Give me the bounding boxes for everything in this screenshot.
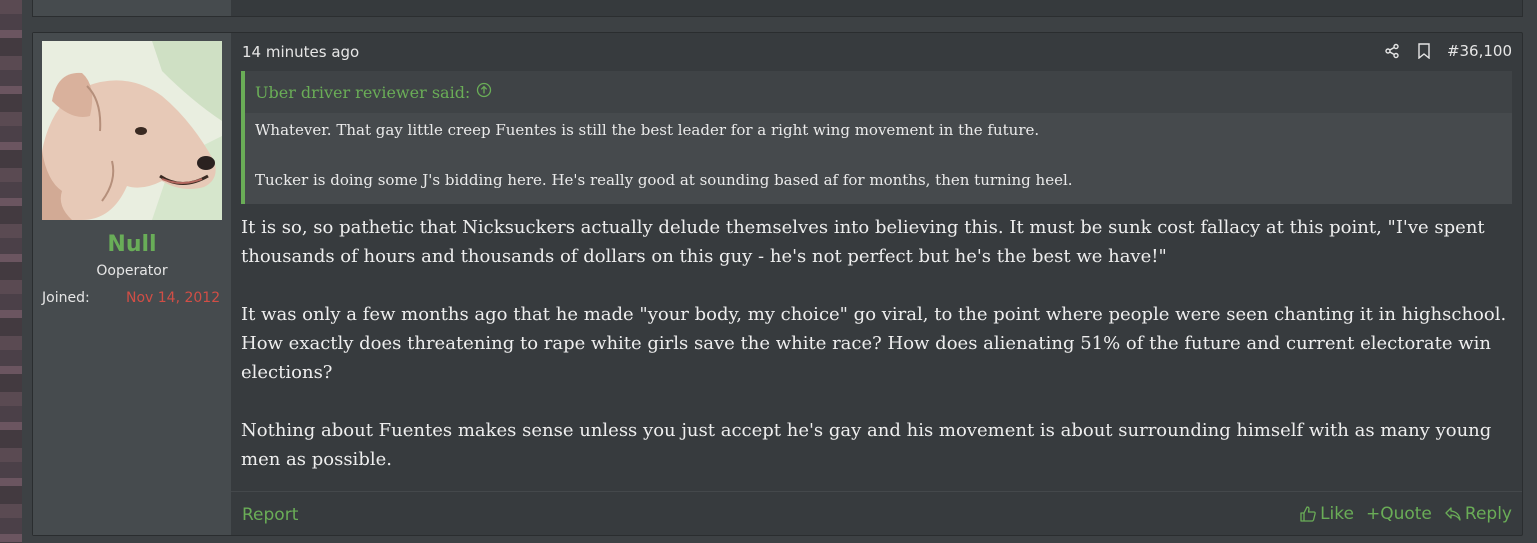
footer-actions: Like +Quote Reply bbox=[1299, 504, 1512, 524]
quote-button[interactable]: +Quote bbox=[1366, 504, 1432, 524]
message-paragraph: It is so, so pathetic that Nicksuckers a… bbox=[241, 217, 1485, 267]
previous-post-user-cell bbox=[33, 0, 231, 16]
quote-header[interactable]: Uber driver reviewer said: bbox=[245, 71, 1512, 113]
post-main: 14 minutes ago #36,100 Uber driver revie… bbox=[231, 33, 1522, 535]
username[interactable]: Null bbox=[33, 232, 231, 257]
user-cell: Null Ooperator Joined: Nov 14, 2012 bbox=[33, 33, 231, 535]
avatar[interactable] bbox=[42, 41, 222, 220]
forum-post: Null Ooperator Joined: Nov 14, 2012 14 m… bbox=[32, 32, 1523, 536]
like-label: Like bbox=[1320, 504, 1354, 524]
quote-label: +Quote bbox=[1365, 504, 1432, 524]
reply-icon bbox=[1445, 507, 1461, 521]
quote-content: Whatever. That gay little creep Fuentes … bbox=[255, 119, 1495, 219]
share-icon[interactable] bbox=[1383, 42, 1401, 60]
quote-author[interactable]: Uber driver reviewer said: bbox=[255, 83, 470, 102]
message-paragraph: Nothing about Fuentes makes sense unless… bbox=[241, 420, 1492, 470]
post-header-actions: #36,100 bbox=[1383, 42, 1512, 60]
joined-date: Nov 14, 2012 bbox=[126, 290, 221, 306]
reply-label: Reply bbox=[1464, 504, 1512, 524]
quote-block: Uber driver reviewer said: Whatever. Tha… bbox=[241, 71, 1512, 204]
previous-post-edge bbox=[32, 0, 1523, 17]
bookmark-icon[interactable] bbox=[1415, 42, 1433, 60]
post-footer: Report Like +Quote Reply bbox=[231, 491, 1522, 536]
like-button[interactable]: Like bbox=[1299, 504, 1354, 524]
background-strip bbox=[0, 0, 22, 543]
message-paragraph: It was only a few months ago that he mad… bbox=[241, 304, 1507, 383]
post-number[interactable]: #36,100 bbox=[1447, 42, 1512, 60]
quote-paragraph: Tucker is doing some J's bidding here. H… bbox=[255, 171, 1073, 189]
quote-paragraph: Whatever. That gay little creep Fuentes … bbox=[255, 121, 1040, 139]
thumbs-up-icon bbox=[1300, 506, 1316, 522]
post-timestamp[interactable]: 14 minutes ago bbox=[242, 43, 359, 61]
dog-avatar-image bbox=[42, 41, 222, 220]
joined-label: Joined: bbox=[42, 290, 90, 306]
post-message: It is so, so pathetic that Nicksuckers a… bbox=[241, 213, 1516, 503]
report-link[interactable]: Report bbox=[242, 505, 298, 525]
arrow-up-circle-icon[interactable] bbox=[476, 82, 492, 102]
user-title: Ooperator bbox=[96, 263, 168, 279]
reply-button[interactable]: Reply bbox=[1444, 504, 1512, 524]
